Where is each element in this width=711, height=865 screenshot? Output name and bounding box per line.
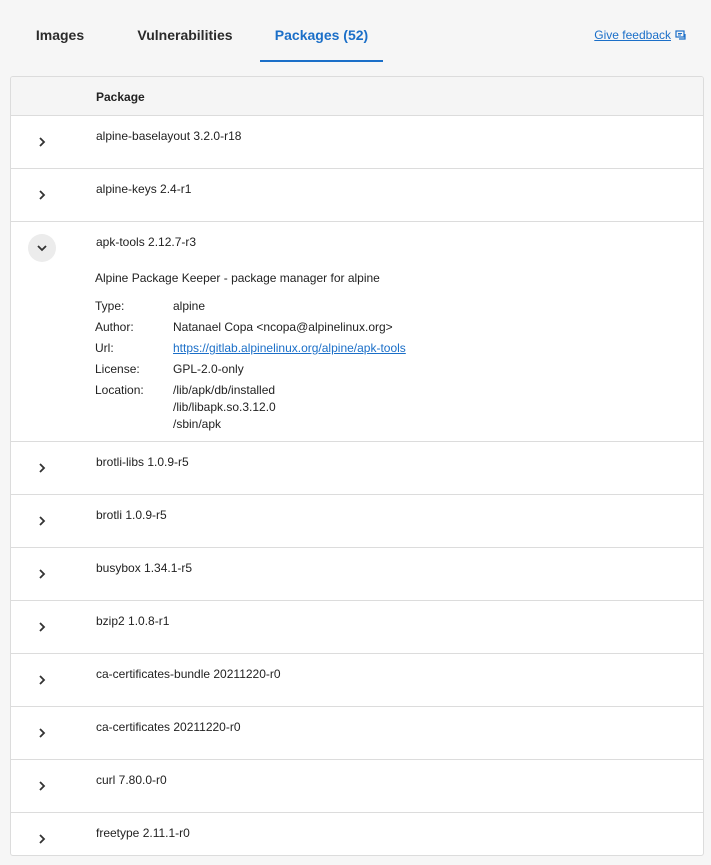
chevron-right-icon [39, 516, 46, 526]
package-row[interactable]: curl 7.80.0-r0 [11, 760, 703, 813]
expand-row-button[interactable] [28, 128, 56, 156]
package-name: ca-certificates-bundle 20211220-r0 [96, 667, 281, 681]
collapse-row-button[interactable] [28, 234, 56, 262]
chevron-down-icon [37, 245, 47, 252]
package-name: curl 7.80.0-r0 [96, 773, 167, 787]
location-label: Location: [95, 383, 144, 397]
tab-packages[interactable]: Packages (52) [260, 0, 383, 62]
author-value: Natanael Copa <ncopa@alpinelinux.org> [173, 320, 393, 334]
package-name: brotli-libs 1.0.9-r5 [96, 455, 189, 469]
expand-row-button[interactable] [28, 825, 56, 853]
expand-row-button[interactable] [28, 613, 56, 641]
give-feedback-label: Give feedback [594, 28, 671, 42]
tab-bar: Images (3) Vulnerabilities (29) Packages… [0, 0, 711, 113]
chevron-right-icon [39, 137, 46, 147]
package-name: freetype 2.11.1-r0 [96, 826, 190, 840]
package-row[interactable]: alpine-baselayout 3.2.0-r18 [11, 116, 703, 169]
expand-row-button[interactable] [28, 454, 56, 482]
package-name: apk-tools 2.12.7-r3 [96, 235, 197, 249]
chevron-right-icon [39, 622, 46, 632]
package-row-expanded[interactable]: apk-tools 2.12.7-r3 Alpine Package Keepe… [11, 222, 703, 442]
feedback-icon [675, 30, 686, 40]
package-row[interactable]: ca-certificates 20211220-r0 [11, 707, 703, 760]
chevron-right-icon [39, 781, 46, 791]
expand-row-button[interactable] [28, 181, 56, 209]
package-row[interactable]: alpine-keys 2.4-r1 [11, 169, 703, 222]
column-header-package: Package [96, 90, 145, 104]
package-name: busybox 1.34.1-r5 [96, 561, 193, 575]
expand-row-button[interactable] [28, 560, 56, 588]
packages-table: Package alpine-baselayout 3.2.0-r18 alpi… [10, 76, 704, 856]
chevron-right-icon [39, 190, 46, 200]
chevron-right-icon [39, 834, 46, 844]
give-feedback-link[interactable]: Give feedback [594, 28, 687, 42]
expand-row-button[interactable] [28, 772, 56, 800]
author-label: Author: [95, 320, 134, 334]
license-value: GPL-2.0-only [173, 362, 244, 376]
location-item: /lib/apk/db/installed [173, 383, 276, 397]
package-name: brotli 1.0.9-r5 [96, 508, 167, 522]
package-name: bzip2 1.0.8-r1 [96, 614, 170, 628]
package-name: ca-certificates 20211220-r0 [96, 720, 241, 734]
package-name: alpine-keys 2.4-r1 [96, 182, 192, 196]
package-row[interactable]: freetype 2.11.1-r0 [11, 813, 703, 855]
license-label: License: [95, 362, 140, 376]
type-value: alpine [173, 299, 206, 313]
url-link[interactable]: https://gitlab.alpinelinux.org/alpine/ap… [173, 341, 406, 355]
package-row[interactable]: brotli 1.0.9-r5 [11, 495, 703, 548]
package-description: Alpine Package Keeper - package manager … [95, 271, 380, 285]
expand-row-button[interactable] [28, 719, 56, 747]
package-row[interactable]: bzip2 1.0.8-r1 [11, 601, 703, 654]
tab-vulnerabilities[interactable]: Vulnerabilities (29) [126, 0, 244, 113]
location-list: /lib/apk/db/installed /lib/libapk.so.3.1… [173, 382, 276, 433]
table-header: Package [11, 77, 703, 116]
chevron-right-icon [39, 675, 46, 685]
chevron-right-icon [39, 728, 46, 738]
package-row[interactable]: busybox 1.34.1-r5 [11, 548, 703, 601]
expand-row-button[interactable] [28, 507, 56, 535]
url-label: Url: [95, 341, 114, 355]
type-label: Type: [95, 299, 125, 313]
package-name: alpine-baselayout 3.2.0-r18 [96, 129, 242, 143]
location-item: /lib/libapk.so.3.12.0 [173, 400, 276, 414]
chevron-right-icon [39, 569, 46, 579]
expand-row-button[interactable] [28, 666, 56, 694]
tab-images[interactable]: Images (3) [26, 0, 94, 113]
package-details: Type: alpine Author: Natanael Copa <ncop… [95, 298, 406, 438]
location-item: /sbin/apk [173, 417, 222, 431]
package-row[interactable]: ca-certificates-bundle 20211220-r0 [11, 654, 703, 707]
package-row[interactable]: brotli-libs 1.0.9-r5 [11, 442, 703, 495]
chevron-right-icon [39, 463, 46, 473]
